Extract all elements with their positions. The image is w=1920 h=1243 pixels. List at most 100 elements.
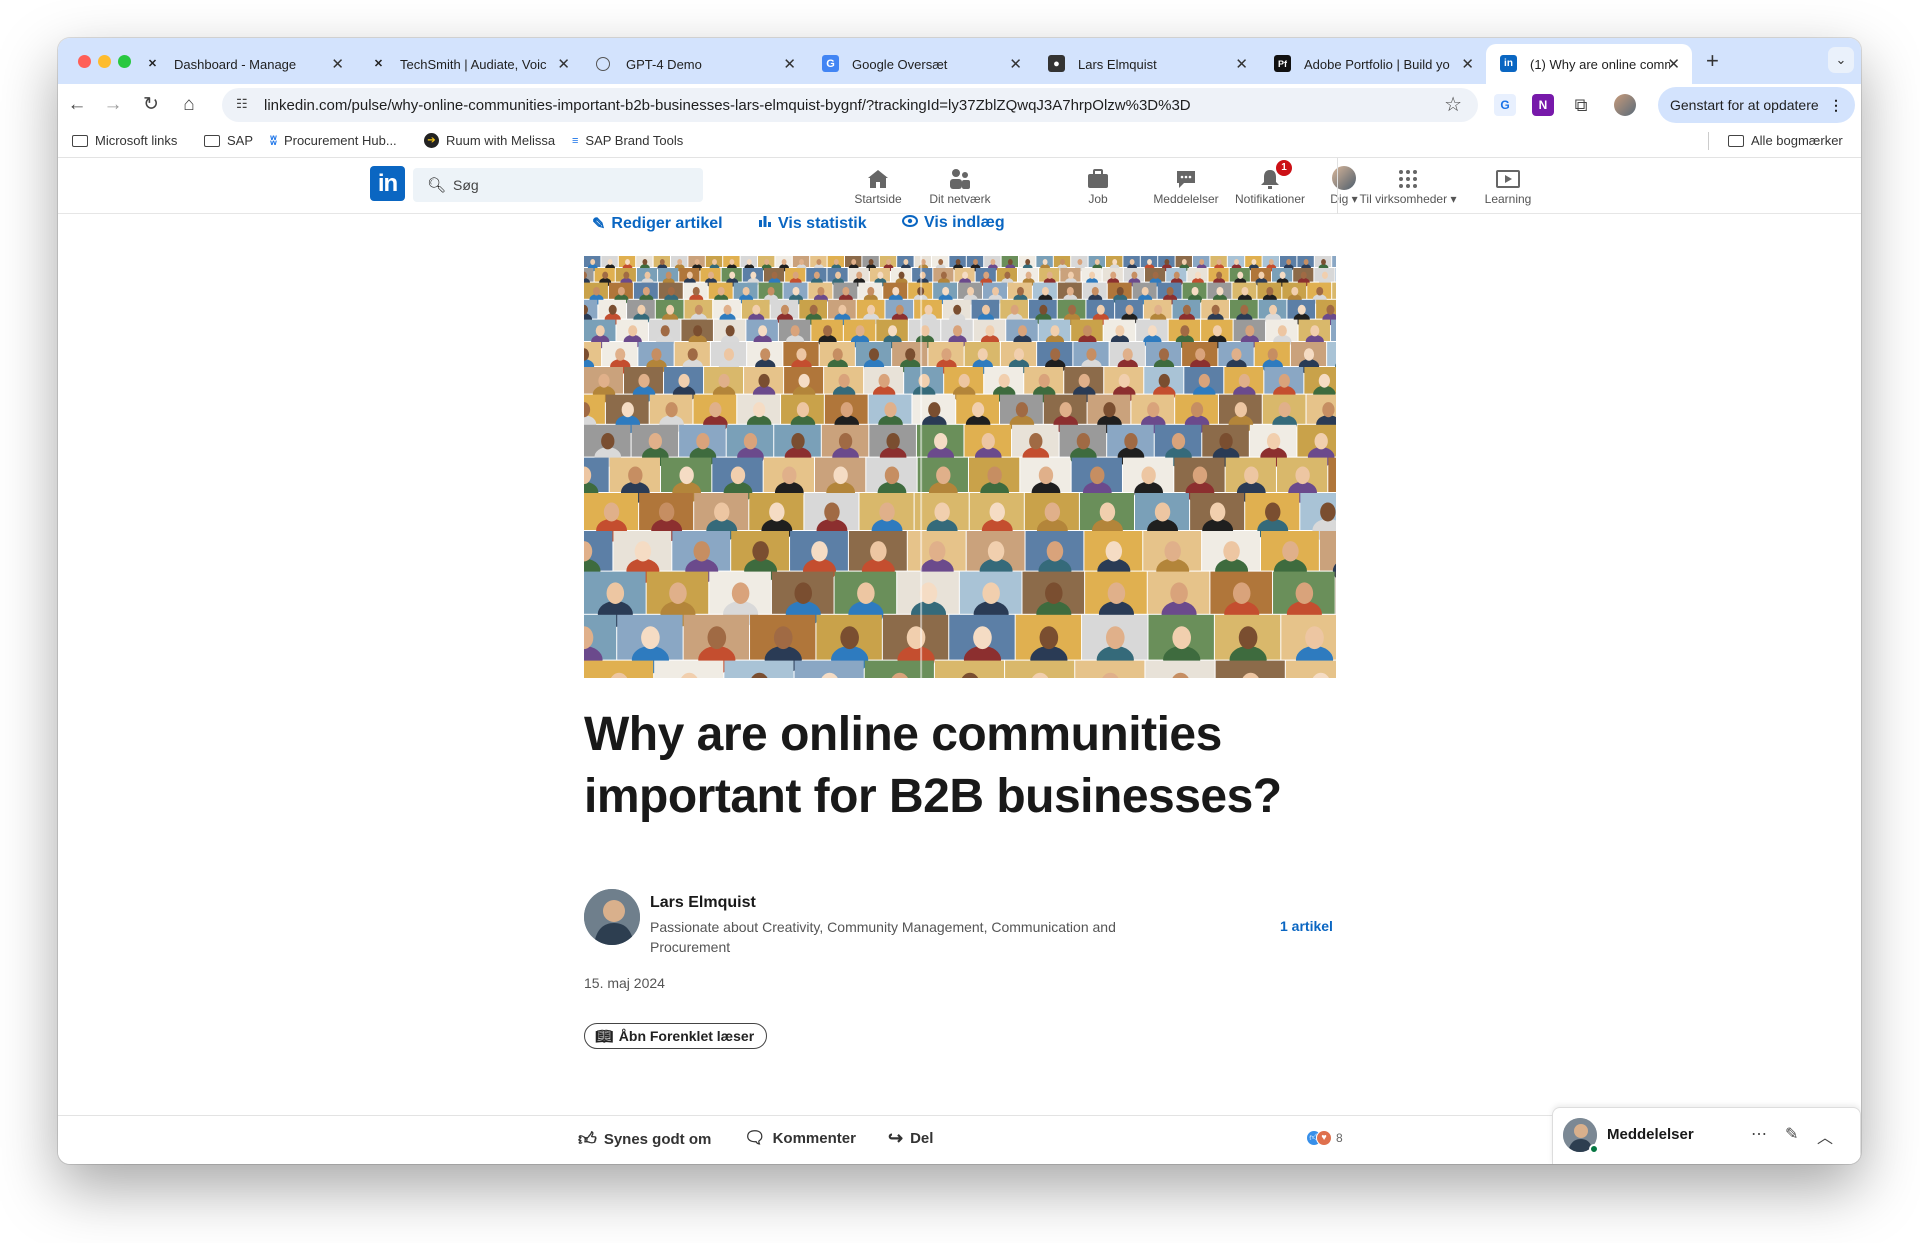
more-options-icon[interactable]: ⋯	[1751, 1124, 1767, 1144]
folder-icon	[72, 134, 88, 147]
tab-google-translate[interactable]: G Google Oversæt ✕	[808, 44, 1034, 84]
bookmark-star-icon[interactable]: ☆	[1444, 92, 1462, 117]
restart-update-button[interactable]: Genstart for at opdatere ⋮	[1658, 87, 1855, 123]
nav-home[interactable]: Startside	[848, 162, 908, 206]
bookmark-procurement-hub[interactable]: ʬ Procurement Hub...	[270, 133, 397, 148]
close-tab-icon[interactable]: ✕	[557, 55, 570, 73]
profile-avatar-icon[interactable]	[1614, 94, 1636, 116]
google-translate-icon: G	[822, 55, 839, 72]
view-post-link[interactable]: Vis indlæg	[902, 214, 1005, 232]
bookmarks-bar: Microsoft links SAP ʬ Procurement Hub... …	[58, 124, 1861, 158]
article-count-link[interactable]: 1 artikel	[1280, 918, 1333, 934]
folder-icon	[204, 134, 220, 147]
close-tab-icon[interactable]: ✕	[331, 55, 344, 73]
author-avatar[interactable]	[584, 889, 640, 945]
butterfly-icon: ʬ	[270, 133, 277, 148]
collage-seam	[920, 256, 923, 678]
linkedin-icon: in	[1500, 55, 1517, 72]
tab-linkedin-article[interactable]: in (1) Why are online comm ✕	[1486, 44, 1692, 84]
portrait-tile	[724, 660, 794, 678]
comment-button[interactable]: 🗨︎ Kommenter	[744, 1128, 856, 1148]
like-button[interactable]: 👍︎ Synes godt om	[578, 1128, 711, 1150]
back-button[interactable]: ←	[64, 92, 90, 118]
address-bar[interactable]: ☷ linkedin.com/pulse/why-online-communit…	[222, 88, 1478, 122]
share-arrow-icon: ↪	[888, 1128, 904, 1148]
extensions-puzzle-icon[interactable]: ⧉	[1570, 94, 1592, 116]
thumbs-up-icon: 👍︎	[578, 1129, 597, 1149]
new-tab-button[interactable]: +	[1706, 48, 1719, 74]
browser-toolbar: ← → ↻ ⌂ ☷ linkedin.com/pulse/why-online-…	[58, 84, 1861, 124]
minimize-window-button[interactable]	[98, 55, 111, 68]
close-tab-icon[interactable]: ✕	[1235, 55, 1248, 73]
forward-button[interactable]: →	[100, 92, 126, 118]
share-button[interactable]: ↪ Del	[888, 1128, 933, 1149]
tab-techsmith[interactable]: ✕ TechSmith | Audiate, Voic ✕	[356, 44, 582, 84]
folder-icon	[1728, 134, 1744, 147]
bell-icon: 1	[1228, 160, 1312, 190]
view-statistics-link[interactable]: Vis statistik	[758, 214, 867, 233]
portrait-tile	[1215, 660, 1285, 678]
edit-article-link[interactable]: ✎ Rediger artikel	[592, 214, 723, 234]
notification-badge: 1	[1276, 160, 1292, 176]
compose-message-icon[interactable]: ✎	[1785, 1124, 1798, 1144]
reload-button[interactable]: ↻	[138, 92, 164, 118]
nav-network[interactable]: Dit netværk	[920, 162, 1000, 206]
close-tab-icon[interactable]: ✕	[1667, 55, 1680, 73]
bookmark-microsoft-links[interactable]: Microsoft links	[72, 133, 177, 148]
pencil-icon: ✎	[592, 216, 606, 233]
search-input[interactable]: 🔍︎ Søg	[413, 168, 703, 202]
close-window-button[interactable]	[78, 55, 91, 68]
messaging-title: Meddelelser	[1607, 1126, 1694, 1143]
translate-extension-icon[interactable]: G	[1494, 94, 1516, 116]
briefcase-icon	[1078, 162, 1118, 190]
tab-search-button[interactable]: ⌄	[1828, 47, 1854, 73]
tab-lars-elmquist[interactable]: ● Lars Elmquist ✕	[1034, 44, 1260, 84]
learning-icon	[1476, 162, 1540, 190]
reaction-count: 8	[1336, 1131, 1343, 1145]
search-icon: 🔍︎	[427, 177, 447, 194]
portrait-tile	[1005, 660, 1075, 678]
eye-icon	[902, 214, 918, 232]
love-reaction-icon: ♥	[1316, 1130, 1332, 1146]
article-cover-image	[584, 256, 1336, 678]
adobe-portfolio-icon: Pf	[1274, 55, 1291, 72]
kebab-menu-icon[interactable]: ⋮	[1829, 87, 1843, 123]
nav-learning[interactable]: Learning	[1476, 162, 1540, 206]
bookmark-sap-brand-tools[interactable]: ≡ SAP Brand Tools	[572, 133, 683, 148]
all-bookmarks-button[interactable]: Alle bogmærker	[1728, 133, 1843, 148]
globe-icon	[596, 57, 610, 71]
messaging-icon	[1148, 162, 1224, 190]
nav-messaging[interactable]: Meddelelser	[1148, 162, 1224, 206]
simplified-reader-button[interactable]: 📖︎ Åbn Forenklet læser	[584, 1023, 768, 1049]
close-tab-icon[interactable]: ✕	[1461, 55, 1474, 73]
tab-adobe-portfolio[interactable]: Pf Adobe Portfolio | Build yo ✕	[1260, 44, 1486, 84]
portrait-tile	[864, 660, 934, 678]
portrait-tile	[1285, 660, 1336, 678]
messaging-panel[interactable]: Meddelelser ⋯ ✎ ︿	[1552, 1107, 1861, 1164]
author-name[interactable]: Lars Elmquist	[650, 894, 756, 912]
nav-divider	[1337, 158, 1338, 214]
nav-for-business[interactable]: Til virksomheder ▾	[1350, 162, 1466, 206]
close-tab-icon[interactable]: ✕	[783, 55, 796, 73]
site-info-icon[interactable]: ☷	[236, 96, 248, 112]
portrait-tile	[654, 660, 724, 678]
bookmark-sap[interactable]: SAP	[204, 133, 253, 148]
chevron-up-icon[interactable]: ︿	[1817, 1124, 1833, 1148]
nav-notifications[interactable]: 1 Notifikationer	[1228, 160, 1312, 206]
close-tab-icon[interactable]: ✕	[1009, 55, 1022, 73]
tab-dashboard[interactable]: ✕ Dashboard - Manage ✕	[130, 44, 356, 84]
tab-gpt4-demo[interactable]: GPT-4 Demo ✕	[582, 44, 808, 84]
book-icon: 📖︎	[595, 1027, 613, 1044]
home-icon	[848, 162, 908, 190]
online-status-dot	[1589, 1144, 1599, 1154]
portrait-tile	[1075, 660, 1145, 678]
reactions-summary[interactable]: 👍︎ ♥ 8	[1306, 1130, 1343, 1146]
linkedin-logo[interactable]: in	[370, 166, 405, 201]
portrait-tile	[934, 660, 1005, 678]
onenote-extension-icon[interactable]: N	[1532, 94, 1554, 116]
url-text[interactable]: linkedin.com/pulse/why-online-communitie…	[264, 97, 1191, 114]
bookmark-ruum[interactable]: ➔ Ruum with Melissa	[424, 133, 555, 148]
portrait-tile	[794, 660, 864, 678]
home-button[interactable]: ⌂	[176, 92, 202, 118]
nav-jobs[interactable]: Job	[1078, 162, 1118, 206]
